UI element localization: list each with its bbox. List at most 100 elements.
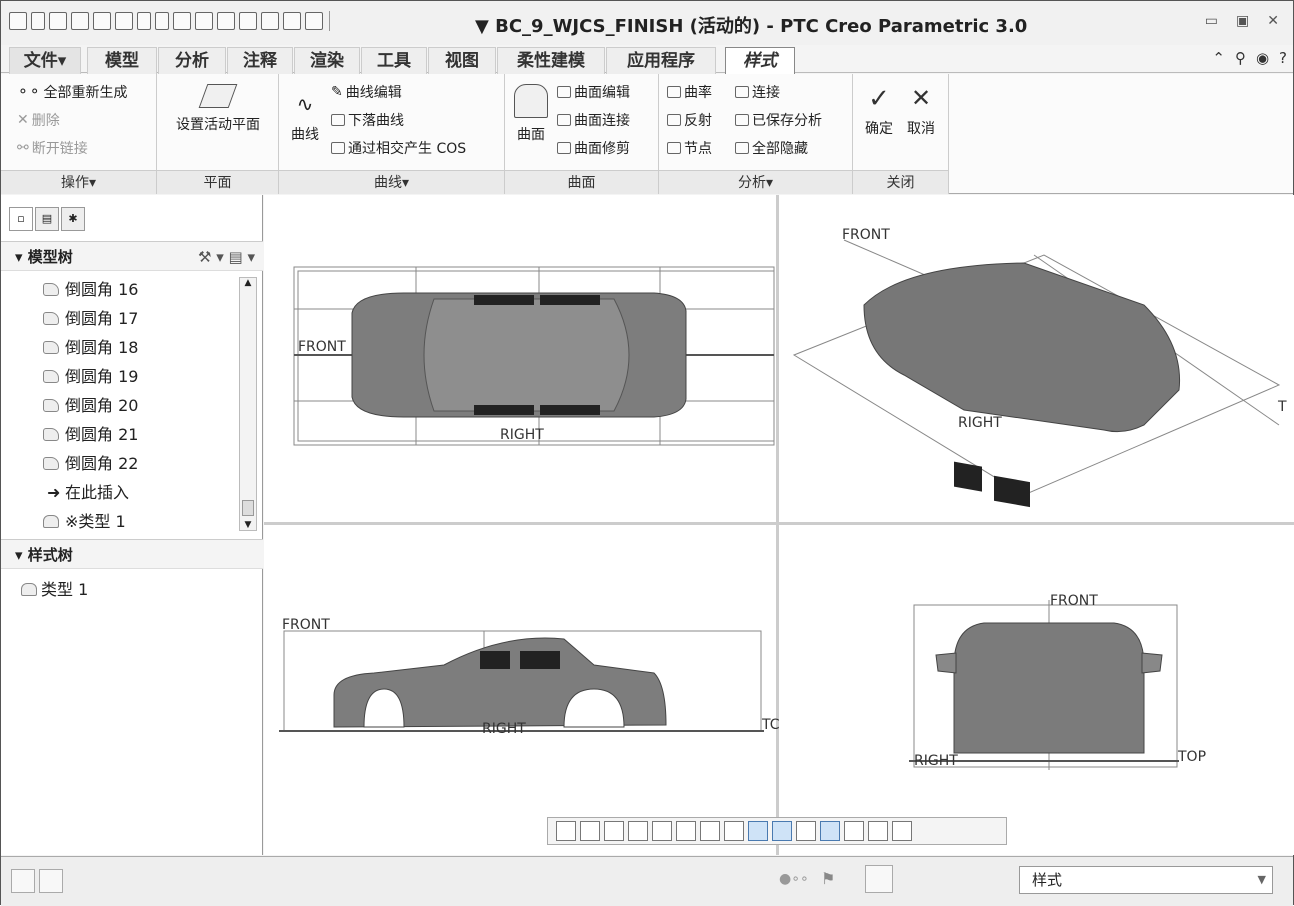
zoom-in-icon[interactable]	[580, 821, 600, 841]
close-window-icon[interactable]	[217, 12, 235, 30]
datum-display-icon[interactable]	[724, 821, 744, 841]
cos-button[interactable]: 通过相交产生 COS	[331, 138, 466, 158]
plane-display-icon[interactable]	[748, 821, 768, 841]
connection-button[interactable]: 连接	[735, 82, 780, 102]
show-browser-icon[interactable]	[39, 869, 63, 893]
search-icon[interactable]: ⚲	[1235, 49, 1246, 67]
tree-item[interactable]: 倒圆角 17	[1, 304, 239, 333]
title-bar: ▼ BC_9_WJCS_FINISH (活动的) - PTC Creo Para…	[1, 1, 1293, 45]
hide-all-button[interactable]: 全部隐藏	[735, 138, 808, 158]
refit-icon[interactable]	[556, 821, 576, 841]
scroll-up-icon[interactable]: ▲	[240, 278, 256, 288]
tab-render[interactable]: 渲染	[294, 47, 360, 74]
tab-applications[interactable]: 应用程序	[606, 47, 716, 74]
new-icon[interactable]	[31, 12, 45, 30]
scroll-down-icon[interactable]: ▼	[240, 520, 256, 530]
right-datum-label: RIGHT	[500, 427, 544, 443]
tab-flexible-modeling[interactable]: 柔性建模	[497, 47, 605, 74]
minimize-icon[interactable]: ▭	[1205, 13, 1218, 29]
app-menu-icon[interactable]	[9, 12, 27, 30]
drop-curve-button[interactable]: 下落曲线	[331, 110, 404, 130]
tree-item[interactable]: 倒圆角 21	[1, 420, 239, 449]
tree-item[interactable]: 倒圆角 16	[1, 275, 239, 304]
curve-button[interactable]: ∿ 曲线	[285, 92, 325, 144]
view-manager-icon[interactable]	[700, 821, 720, 841]
restore-icon[interactable]: ▣	[1236, 13, 1249, 29]
style-feature-item[interactable]: ※类型 1	[1, 507, 239, 536]
flag-icon[interactable]: ⚑	[821, 869, 835, 888]
tree-settings-icon[interactable]: ⚒ ▾ ▤ ▾	[198, 242, 255, 272]
insert-here-item[interactable]: ➜ 在此插入	[1, 478, 239, 507]
repaint-icon[interactable]	[628, 821, 648, 841]
graphics-area[interactable]: FRONT RIGHT FRONT RIGHT T FRONT RIGHT TC…	[264, 195, 1294, 855]
viewport-horizontal-splitter[interactable]	[264, 522, 1294, 525]
node-button[interactable]: 节点	[667, 138, 712, 158]
model-tree-header[interactable]: ▾ 模型树 ⚒ ▾ ▤ ▾	[1, 241, 263, 271]
tree-item[interactable]: 倒圆角 22	[1, 449, 239, 478]
style-tree-header[interactable]: ▾ 样式树	[1, 539, 263, 569]
tree-item[interactable]: 倒圆角 18	[1, 333, 239, 362]
windows-icon[interactable]	[195, 12, 213, 30]
favorites-tab-icon[interactable]: ✱	[61, 207, 85, 231]
cancel-button[interactable]: ✕ 取消	[903, 84, 939, 138]
model-tree-tab-icon[interactable]: ▫	[9, 207, 33, 231]
style-tree-item[interactable]: 类型 1	[1, 575, 88, 604]
set-active-plane-button[interactable]: 设置活动平面	[163, 84, 273, 134]
find-icon[interactable]	[865, 865, 893, 893]
surface-edit-button[interactable]: 曲面编辑	[557, 82, 630, 102]
regen-all-button[interactable]: ⚬⚬ 全部重新生成	[17, 82, 127, 102]
four-view-icon[interactable]	[844, 821, 864, 841]
tab-analysis[interactable]: 分析	[158, 47, 226, 74]
trim-icon[interactable]	[261, 12, 279, 30]
surface-connect-button[interactable]: 曲面连接	[557, 110, 630, 130]
regenerate-icon[interactable]	[173, 12, 191, 30]
surface-button[interactable]: 曲面	[511, 84, 551, 144]
open-icon[interactable]	[49, 12, 67, 30]
ok-button[interactable]: ✓ 确定	[861, 84, 897, 138]
spin-center-icon[interactable]	[892, 821, 912, 841]
unlink-button[interactable]: ⚯ 断开链接	[17, 138, 88, 158]
tab-model[interactable]: 模型	[87, 47, 157, 74]
tab-file[interactable]: 文件▾	[9, 47, 81, 74]
delete-button[interactable]: ✕ 删除	[17, 110, 60, 130]
single-view-icon[interactable]	[868, 821, 888, 841]
point-display-icon[interactable]	[796, 821, 816, 841]
saved-orientations-icon[interactable]	[676, 821, 696, 841]
save-icon[interactable]	[93, 12, 111, 30]
analysis-group-label[interactable]: 分析▾	[659, 170, 852, 194]
model-tree-scrollbar[interactable]: ▲ ▼	[239, 277, 257, 531]
tab-style[interactable]: 样式	[725, 47, 795, 76]
display-style-icon[interactable]	[652, 821, 672, 841]
community-icon[interactable]: ◉	[1256, 49, 1269, 67]
tab-tools[interactable]: 工具	[361, 47, 427, 74]
redo-icon[interactable]	[155, 12, 169, 30]
tab-view[interactable]: 视图	[428, 47, 496, 74]
open-recent-icon[interactable]	[71, 12, 89, 30]
surface-trim-button[interactable]: 曲面修剪	[557, 138, 630, 158]
collapse-ribbon-icon[interactable]: ⌃	[1212, 49, 1225, 67]
curvature-button[interactable]: 曲率	[667, 82, 712, 102]
lock-icon[interactable]	[305, 12, 323, 30]
curve-edit-button[interactable]: ✎ 曲线编辑	[331, 82, 402, 102]
curves-group-label[interactable]: 曲线▾	[279, 170, 504, 194]
ops-group-label[interactable]: 操作▾	[1, 170, 156, 194]
tree-item[interactable]: 倒圆角 20	[1, 391, 239, 420]
save-copy-icon[interactable]	[115, 12, 133, 30]
help-icon[interactable]: ?	[1279, 49, 1287, 67]
viewport-vertical-splitter[interactable]	[776, 195, 779, 855]
tree-item[interactable]: 倒圆角 19	[1, 362, 239, 391]
analysis-icon[interactable]	[283, 12, 301, 30]
curve-display-icon[interactable]	[772, 821, 792, 841]
selection-filter-dropdown[interactable]: 样式 ▼	[1019, 866, 1273, 894]
scroll-thumb[interactable]	[242, 500, 254, 516]
folder-tab-icon[interactable]: ▤	[35, 207, 59, 231]
close-icon[interactable]: ✕	[1267, 13, 1279, 29]
style-icon[interactable]	[239, 12, 257, 30]
tab-annotate[interactable]: 注释	[227, 47, 293, 74]
grid-display-icon[interactable]	[820, 821, 840, 841]
zoom-out-icon[interactable]	[604, 821, 624, 841]
show-navigator-icon[interactable]	[11, 869, 35, 893]
undo-icon[interactable]	[137, 12, 151, 30]
reflect-button[interactable]: 反射	[667, 110, 712, 130]
saved-analysis-button[interactable]: 已保存分析	[735, 110, 822, 130]
